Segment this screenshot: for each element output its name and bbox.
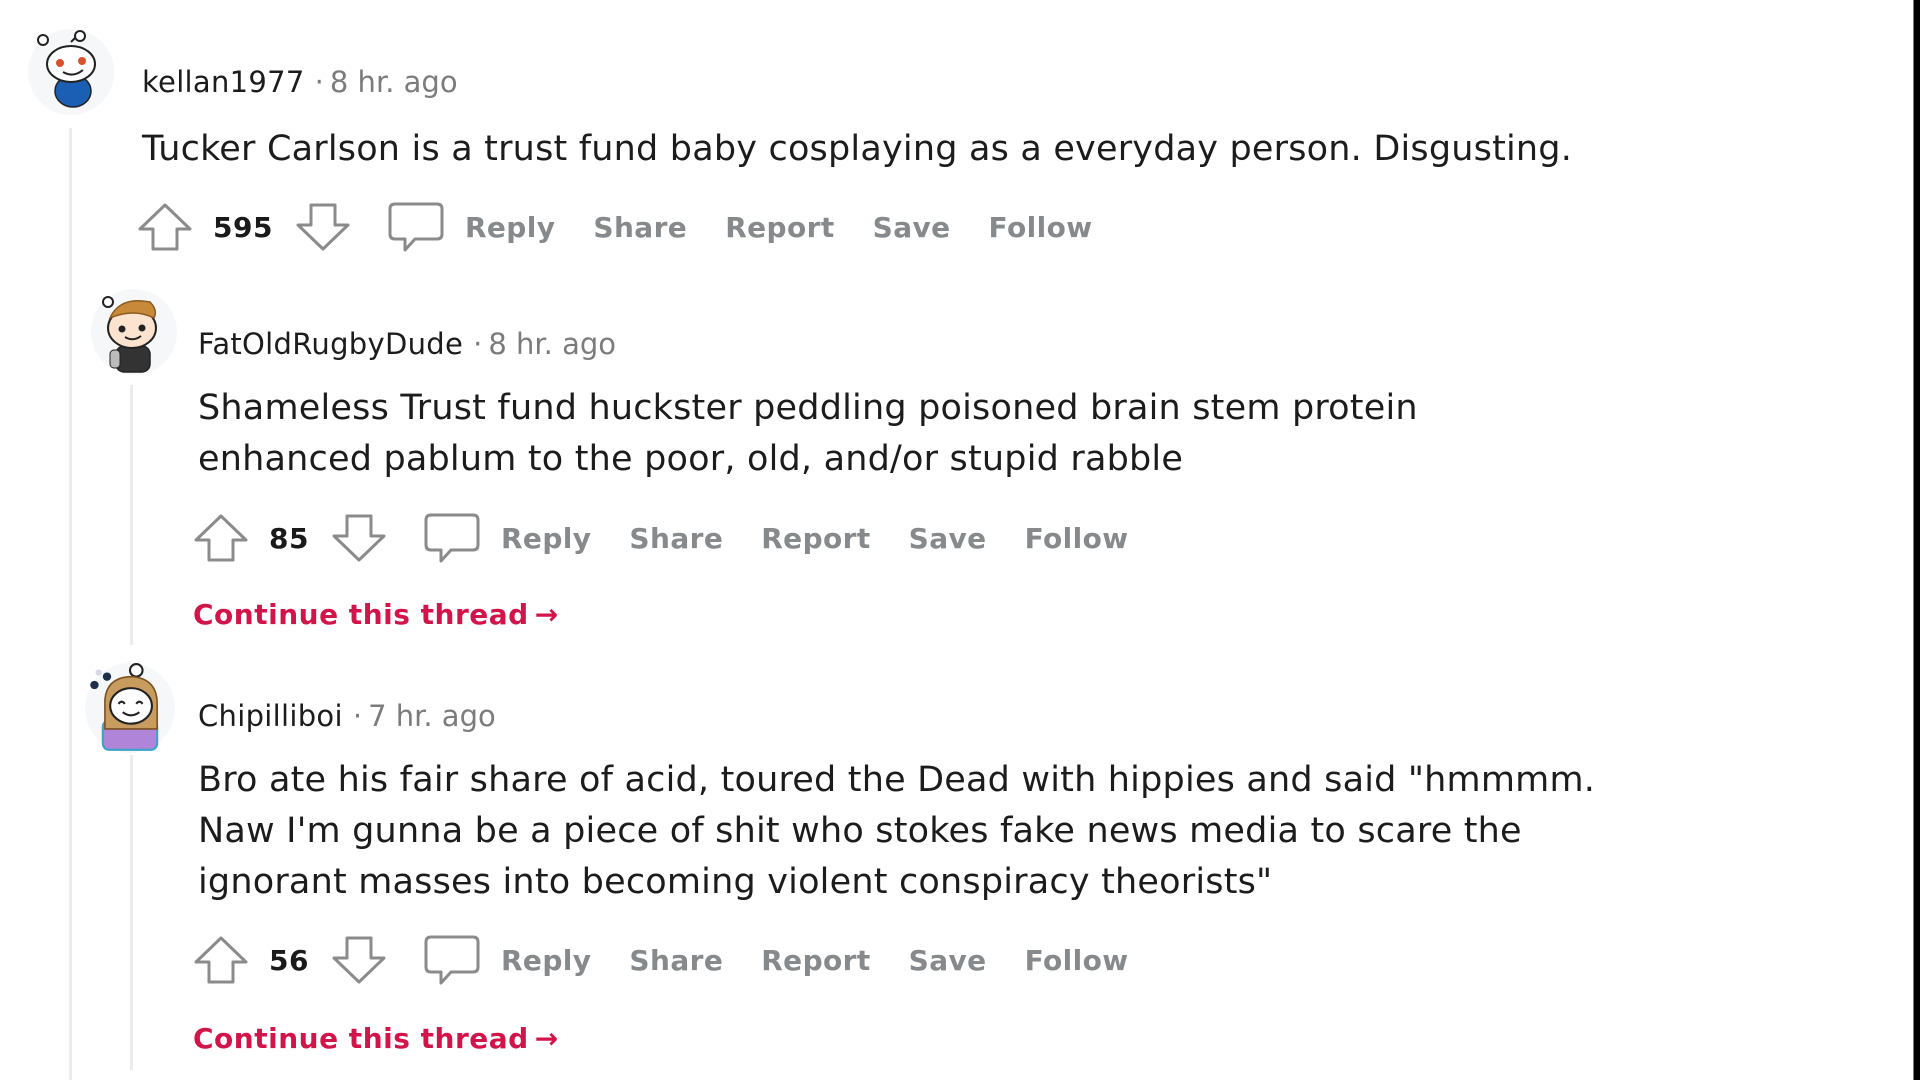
comment-actions: 85 Reply Share Report Save Follow — [193, 508, 1129, 568]
thread-line-reply-2[interactable] — [130, 755, 133, 1070]
window-edge-bar — [1913, 0, 1920, 1080]
downvote-icon[interactable] — [331, 935, 387, 985]
timestamp[interactable]: 8 hr. ago — [330, 65, 458, 99]
meta-separator: · — [314, 65, 324, 99]
follow-button[interactable]: Follow — [1025, 522, 1129, 555]
comment-body: Tucker Carlson is a trust fund baby cosp… — [142, 124, 1572, 175]
upvote-icon[interactable] — [193, 935, 249, 985]
save-button[interactable]: Save — [909, 944, 987, 977]
arrow-right-icon: → — [534, 598, 559, 631]
vote-score: 85 — [269, 521, 309, 555]
snoo-avatar-icon — [85, 663, 175, 753]
timestamp[interactable]: 7 hr. ago — [368, 699, 496, 733]
comment-body-line: ignorant masses into becoming violent co… — [198, 862, 1273, 902]
vote-score: 56 — [269, 943, 309, 977]
meta-separator: · — [352, 699, 363, 733]
arrow-right-icon: → — [534, 1022, 559, 1055]
follow-button[interactable]: Follow — [1025, 944, 1129, 977]
comment-bubble-icon[interactable] — [423, 512, 481, 564]
avatar[interactable] — [84, 662, 176, 754]
comment-body-line: Naw I'm gunna be a piece of shit who sto… — [198, 811, 1522, 851]
save-button[interactable]: Save — [909, 522, 987, 555]
snoo-avatar-icon — [91, 289, 177, 375]
reply-button[interactable]: Reply — [465, 211, 555, 244]
upvote-icon[interactable] — [193, 513, 249, 563]
report-button[interactable]: Report — [761, 522, 870, 555]
avatar[interactable] — [27, 28, 115, 116]
continue-thread-label: Continue this thread — [193, 1022, 529, 1055]
comment-body-line: Bro ate his fair share of acid, toured t… — [198, 760, 1596, 800]
comment-thread-page: kellan1977 · 8 hr. ago Tucker Carlson is a… — [0, 0, 1920, 1080]
continue-thread-link[interactable]: Continue this thread → — [193, 1022, 559, 1055]
follow-button[interactable]: Follow — [989, 211, 1093, 244]
reply-button[interactable]: Reply — [501, 944, 591, 977]
comment-bubble-icon[interactable] — [423, 934, 481, 986]
username[interactable]: Chipilliboi — [198, 699, 343, 733]
username[interactable]: FatOldRugbyDude — [198, 327, 463, 361]
snoo-avatar-icon — [28, 29, 114, 115]
thread-line-root[interactable] — [69, 128, 72, 1080]
upvote-icon[interactable] — [137, 202, 193, 252]
username[interactable]: kellan1977 — [142, 65, 305, 99]
comment-body-line: enhanced pablum to the poor, old, and/or… — [198, 439, 1184, 479]
vote-score: 595 — [213, 210, 273, 244]
comment-meta: FatOldRugbyDude · 8 hr. ago — [198, 326, 616, 362]
comment-body-line: Shameless Trust fund huckster peddling p… — [198, 388, 1418, 428]
comment-meta: Chipilliboi · 7 hr. ago — [198, 698, 496, 734]
continue-thread-label: Continue this thread — [193, 598, 529, 631]
save-button[interactable]: Save — [873, 211, 951, 244]
avatar[interactable] — [90, 288, 178, 376]
thread-line-reply-1[interactable] — [130, 385, 133, 645]
report-button[interactable]: Report — [761, 944, 870, 977]
comment-meta: kellan1977 · 8 hr. ago — [142, 64, 458, 100]
comment-body: Bro ate his fair share of acid, toured t… — [198, 755, 1595, 908]
share-button[interactable]: Share — [629, 522, 723, 555]
timestamp[interactable]: 8 hr. ago — [488, 327, 616, 361]
share-button[interactable]: Share — [593, 211, 687, 244]
downvote-icon[interactable] — [331, 513, 387, 563]
comment-actions: 56 Reply Share Report Save Follow — [193, 930, 1129, 990]
comment-actions: 595 Reply Share Report Save Follow — [137, 197, 1092, 257]
comment-body: Shameless Trust fund huckster peddling p… — [198, 383, 1418, 485]
share-button[interactable]: Share — [629, 944, 723, 977]
reply-button[interactable]: Reply — [501, 522, 591, 555]
continue-thread-link[interactable]: Continue this thread → — [193, 598, 559, 631]
downvote-icon[interactable] — [295, 202, 351, 252]
comment-body-line: Tucker Carlson is a trust fund baby cosp… — [142, 129, 1573, 169]
report-button[interactable]: Report — [725, 211, 834, 244]
meta-separator: · — [473, 327, 483, 361]
comment-bubble-icon[interactable] — [387, 201, 445, 253]
